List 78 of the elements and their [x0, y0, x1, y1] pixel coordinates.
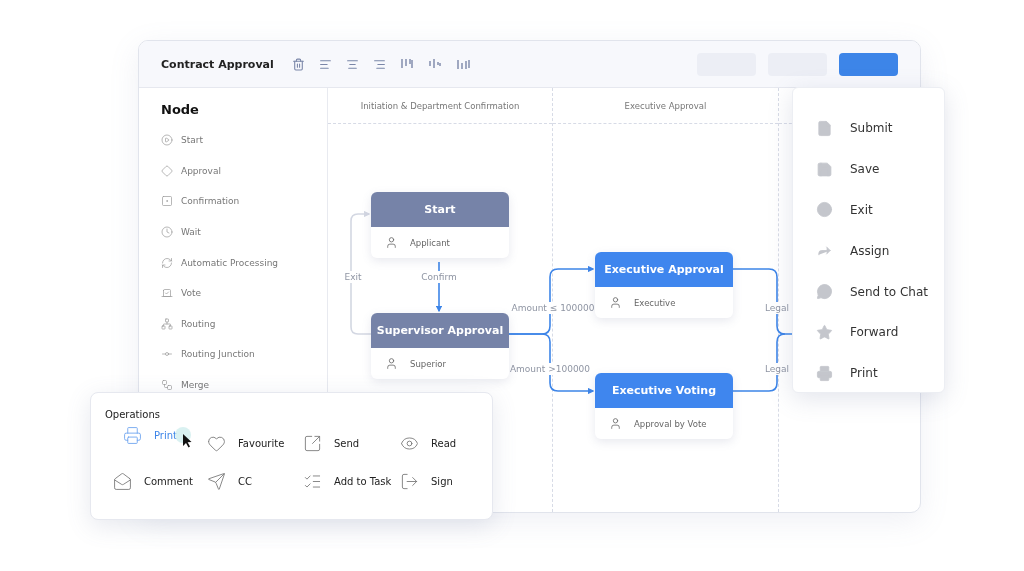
flow-node[interactable]: Executive Voting Approval by Vote [595, 373, 733, 439]
distribute-icon[interactable] [427, 58, 442, 70]
connector-line [732, 268, 795, 335]
node-type-item[interactable]: Wait [181, 227, 201, 238]
menu-item[interactable]: Send to Chat [850, 284, 928, 299]
node-type-item[interactable]: Start [181, 135, 203, 146]
diamond-icon [161, 164, 173, 177]
node-type-item[interactable]: Routing [181, 318, 216, 329]
align-center-icon[interactable] [345, 57, 359, 71]
menu-item[interactable]: Save [850, 162, 880, 177]
flow-node[interactable]: Executive Approval Executive [595, 252, 733, 318]
refresh-icon [161, 256, 173, 269]
primary-button[interactable] [839, 52, 898, 76]
star-icon [816, 323, 833, 341]
align-right-icon[interactable] [372, 57, 386, 71]
edge-label: Confirm [419, 271, 459, 283]
node-title: Supervisor Approval [376, 324, 504, 337]
edge-label: Legal [762, 363, 792, 375]
operation-item[interactable]: Comment [144, 475, 193, 487]
user-icon [385, 236, 398, 249]
node-title: Executive Approval [604, 263, 724, 276]
distribute-icon[interactable] [455, 58, 470, 70]
operation-item[interactable]: Print [154, 429, 177, 441]
file-icon [816, 119, 833, 137]
network-icon [161, 317, 173, 330]
node-assignee: Superior [410, 358, 446, 369]
mail-icon [113, 471, 132, 491]
lane-title: Initiation & Department Confirmation [360, 100, 520, 111]
edge-label: Amount >100000 [507, 363, 593, 375]
node-type-item[interactable]: Approval [181, 165, 221, 176]
menu-item[interactable]: Forward [850, 325, 899, 340]
chat-icon [816, 283, 833, 301]
flow-node[interactable]: Supervisor Approval Superior [371, 313, 509, 379]
print-icon [816, 364, 833, 382]
node-assignee: Approval by Vote [634, 418, 707, 429]
distribute-icon[interactable] [399, 58, 414, 70]
operation-item[interactable]: Favourite [238, 437, 285, 449]
ballot-icon [161, 287, 173, 300]
menu-item[interactable]: Submit [850, 121, 893, 136]
operation-item[interactable]: Add to Task [334, 475, 392, 487]
menu-item[interactable]: Print [850, 366, 878, 381]
panel-title: Operations [105, 409, 161, 420]
operation-item[interactable]: Send [334, 437, 360, 449]
edge-label: Exit [342, 271, 364, 283]
user-icon [609, 417, 622, 430]
play-icon [161, 134, 173, 147]
menu-item[interactable]: Exit [850, 203, 873, 217]
operation-item[interactable]: Sign [431, 475, 453, 487]
delete-icon[interactable] [291, 57, 305, 71]
sidebar-title: Node [161, 102, 200, 117]
save-icon [816, 160, 833, 178]
share-icon [303, 433, 322, 453]
operation-item[interactable]: CC [238, 475, 252, 487]
node-assignee: Applicant [410, 237, 450, 248]
clock-icon [161, 226, 173, 239]
edge-label: Amount ≤ 100000 [509, 302, 597, 314]
print-icon [123, 425, 142, 445]
lane-title: Executive Approval [624, 100, 707, 111]
merge-icon [161, 379, 173, 392]
node-assignee: Executive [634, 297, 676, 308]
heart-icon [207, 433, 226, 453]
node-type-item[interactable]: Vote [181, 288, 202, 299]
edge-label: Legal [762, 302, 792, 314]
node-type-item[interactable]: Routing Junction [181, 349, 255, 360]
flow-node[interactable]: Start Applicant [371, 192, 509, 258]
node-type-item[interactable]: Automatic Processing [181, 257, 279, 268]
node-title: Executive Voting [611, 384, 717, 397]
send-icon [207, 471, 226, 491]
menu-item[interactable]: Assign [850, 243, 890, 258]
align-left-icon[interactable] [318, 57, 332, 71]
node-type-item[interactable]: Merge [181, 380, 210, 391]
window-title: Contract Approval [161, 57, 274, 71]
user-icon [609, 296, 622, 309]
square-icon [161, 195, 173, 208]
node-title: Start [424, 203, 456, 216]
user-icon [385, 357, 398, 370]
operation-item[interactable]: Read [431, 437, 457, 449]
node-type-item[interactable]: Confirmation [181, 196, 240, 207]
